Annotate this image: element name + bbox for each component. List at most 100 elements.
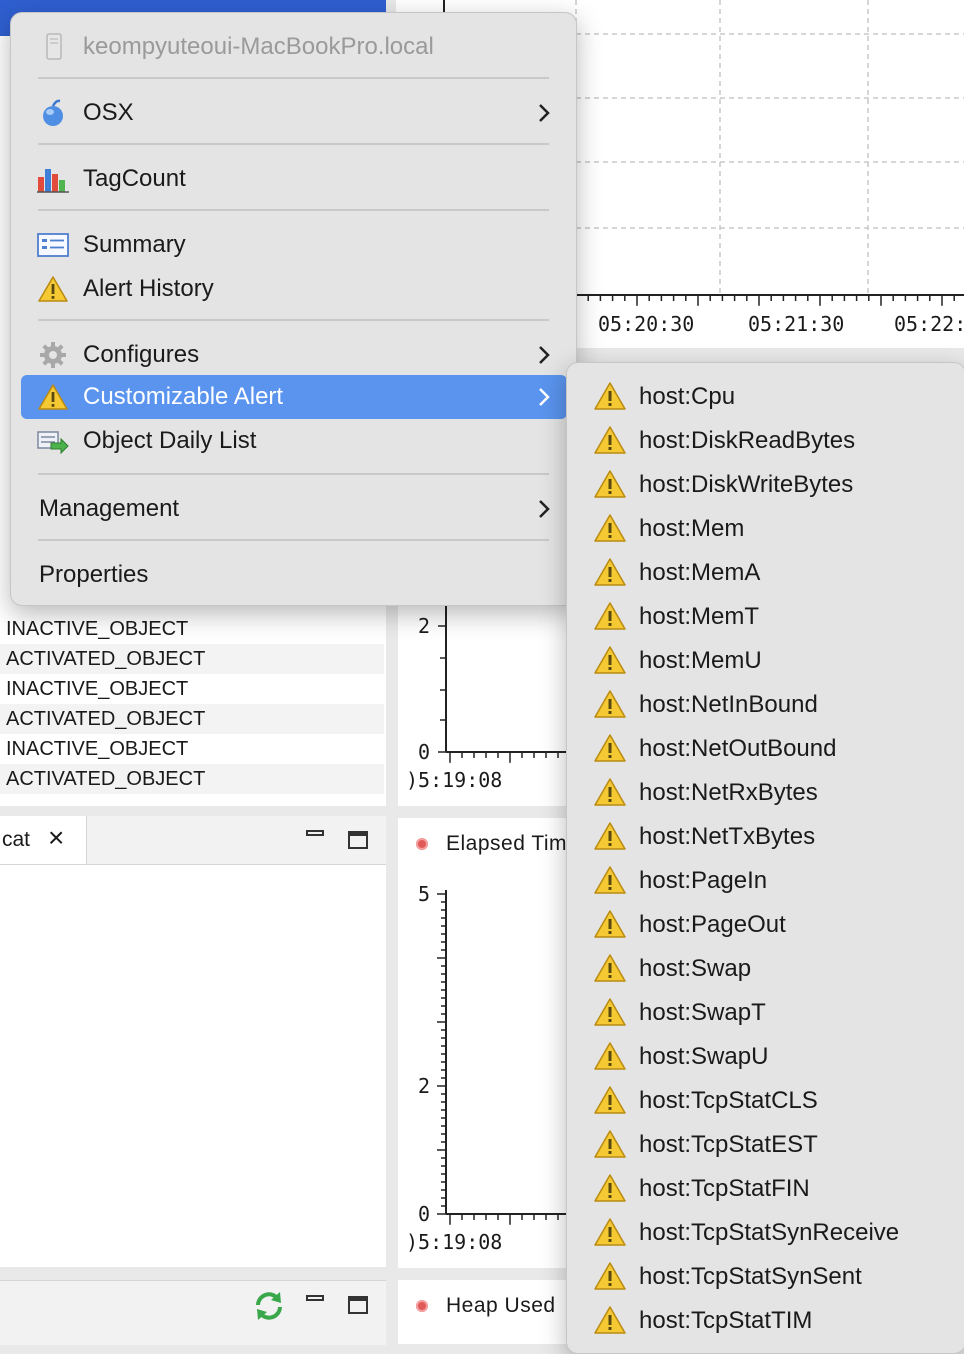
x-tick-label: 05:21:30 xyxy=(748,312,845,336)
submenu-item-label: host:Cpu xyxy=(639,383,736,410)
x-tick-label: )5:19:08 xyxy=(406,1230,503,1254)
submenu-item[interactable]: host:PageOut xyxy=(575,903,961,947)
chart-title: Heap Used xyxy=(446,1294,556,1317)
y-tick-label: 0 xyxy=(418,740,431,764)
menu-item-label: keompyuteoui-MacBookPro.local xyxy=(83,33,434,60)
submenu-item[interactable]: host:TcpStatSynSent xyxy=(575,1255,961,1299)
apple-icon xyxy=(37,99,69,127)
submenu-item-label: host:NetTxBytes xyxy=(639,823,816,850)
submenu-item[interactable]: host:TcpStatCLS xyxy=(575,1079,961,1123)
submenu-item-label: host:TcpStatCLS xyxy=(639,1087,818,1114)
menu-item-configures[interactable]: Configures xyxy=(21,333,567,377)
submenu-item[interactable]: host:NetRxBytes xyxy=(575,771,961,815)
menu-item-label: Configures xyxy=(83,341,200,368)
submenu-item-label: host:SwapT xyxy=(639,999,766,1026)
submenu-item-label: host:TcpStatSynReceive xyxy=(639,1219,900,1246)
submenu-item-label: host:TcpStatEST xyxy=(639,1131,818,1158)
warning-icon xyxy=(593,909,627,939)
elapsed-chart: Elapsed Tim 5 2 0 )5:19:08 xyxy=(398,818,578,1268)
submenu-item-label: host:PageIn xyxy=(639,867,768,894)
minimize-icon[interactable] xyxy=(306,830,324,836)
chevron-right-icon xyxy=(539,500,550,518)
list-item[interactable]: INACTIVE_OBJECT xyxy=(0,674,384,704)
submenu-item-label: host:SwapU xyxy=(639,1043,769,1070)
menu-item-label: Properties xyxy=(39,561,149,588)
warning-icon xyxy=(593,381,627,411)
submenu-item[interactable]: host:DiskWriteBytes xyxy=(575,463,961,507)
warning-icon xyxy=(593,425,627,455)
submenu-item-label: host:TcpStatFIN xyxy=(639,1175,810,1202)
submenu-item[interactable]: host:Cpu xyxy=(575,375,961,419)
warning-icon xyxy=(593,1173,627,1203)
tab-label: cat xyxy=(2,828,31,851)
gear-icon xyxy=(37,341,69,369)
menu-separator xyxy=(38,77,549,79)
customizable-alert-submenu: host:Cpu host:DiskReadBytes host:DiskWrite… xyxy=(566,362,964,1354)
submenu-item[interactable]: host:NetTxBytes xyxy=(575,815,961,859)
x-tick-label: 05:20:30 xyxy=(598,312,695,336)
x-tick-label: )5:19:08 xyxy=(406,768,503,792)
list-item[interactable]: ACTIVATED_OBJECT xyxy=(0,704,384,734)
series-dot-icon xyxy=(416,1300,428,1312)
submenu-item[interactable]: host:PageIn xyxy=(575,859,961,903)
menu-item-customizable-alert[interactable]: Customizable Alert xyxy=(21,375,567,419)
submenu-item[interactable]: host:Swap xyxy=(575,947,961,991)
submenu-item[interactable]: host:NetOutBound xyxy=(575,727,961,771)
menu-item-label: Management xyxy=(39,495,180,522)
menu-item-properties[interactable]: Properties xyxy=(21,553,567,597)
menu-item-summary[interactable]: Summary xyxy=(21,223,567,267)
refresh-icon[interactable] xyxy=(252,1289,286,1328)
submenu-item[interactable]: host:TcpStatTIM xyxy=(575,1299,961,1343)
submenu-item-label: host:NetInBound xyxy=(639,691,818,718)
list-item[interactable]: INACTIVE_OBJECT xyxy=(0,614,384,644)
submenu-item[interactable]: host:MemU xyxy=(575,639,961,683)
chevron-right-icon xyxy=(539,104,550,122)
maximize-icon[interactable] xyxy=(348,1296,368,1314)
view-tabbar: cat × xyxy=(0,816,386,865)
tab-cat[interactable]: cat × xyxy=(0,816,87,864)
menu-item-label: OSX xyxy=(83,99,134,126)
submenu-item-label: host:TcpStatSynSent xyxy=(639,1263,862,1290)
menu-item-alert-history[interactable]: Alert History xyxy=(21,267,567,311)
submenu-item[interactable]: host:TcpStatEST xyxy=(575,1123,961,1167)
warning-icon xyxy=(37,383,69,411)
list-item[interactable]: ACTIVATED_OBJECT xyxy=(0,764,384,794)
submenu-item-label: host:MemT xyxy=(639,603,760,630)
submenu-item[interactable]: host:Mem xyxy=(575,507,961,551)
list-item[interactable]: ACTIVATED_OBJECT xyxy=(0,644,384,674)
warning-icon xyxy=(593,1305,627,1335)
maximize-icon[interactable] xyxy=(348,831,368,849)
menu-item-object-daily-list[interactable]: Object Daily List xyxy=(21,419,567,463)
submenu-item[interactable]: host:MemT xyxy=(575,595,961,639)
submenu-item[interactable]: host:DiskReadBytes xyxy=(575,419,961,463)
menu-item-management[interactable]: Management xyxy=(21,487,567,531)
menu-item-osx[interactable]: OSX xyxy=(21,91,567,135)
submenu-item-label: host:MemU xyxy=(639,647,762,674)
chevron-right-icon xyxy=(539,388,550,406)
server-icon xyxy=(37,33,69,61)
warning-icon xyxy=(593,557,627,587)
menu-separator xyxy=(38,473,549,475)
submenu-item[interactable]: host:TcpStatSynReceive xyxy=(575,1211,961,1255)
submenu-item[interactable]: host:SwapT xyxy=(575,991,961,1035)
y-tick-label: 2 xyxy=(418,1074,431,1098)
close-icon[interactable]: × xyxy=(48,824,64,852)
context-menu: keompyuteoui-MacBookPro.local OSX TagCou… xyxy=(10,12,577,606)
warning-icon xyxy=(593,865,627,895)
warning-icon xyxy=(593,821,627,851)
bar-chart-icon xyxy=(37,165,69,193)
menu-item-label: TagCount xyxy=(83,165,186,192)
menu-item-tagcount[interactable]: TagCount xyxy=(21,157,567,201)
menu-separator xyxy=(38,143,549,145)
submenu-item[interactable]: host:TcpStatFIN xyxy=(575,1167,961,1211)
list-item[interactable]: INACTIVE_OBJECT xyxy=(0,734,384,764)
submenu-item-label: host:Mem xyxy=(639,515,745,542)
submenu-item[interactable]: host:SwapU xyxy=(575,1035,961,1079)
submenu-item-label: host:NetOutBound xyxy=(639,735,837,762)
warning-icon xyxy=(593,1129,627,1159)
minimize-icon[interactable] xyxy=(306,1295,324,1301)
bottom-toolbar xyxy=(0,1280,386,1345)
submenu-item[interactable]: host:NetInBound xyxy=(575,683,961,727)
submenu-item[interactable]: host:MemA xyxy=(575,551,961,595)
warning-icon xyxy=(593,777,627,807)
